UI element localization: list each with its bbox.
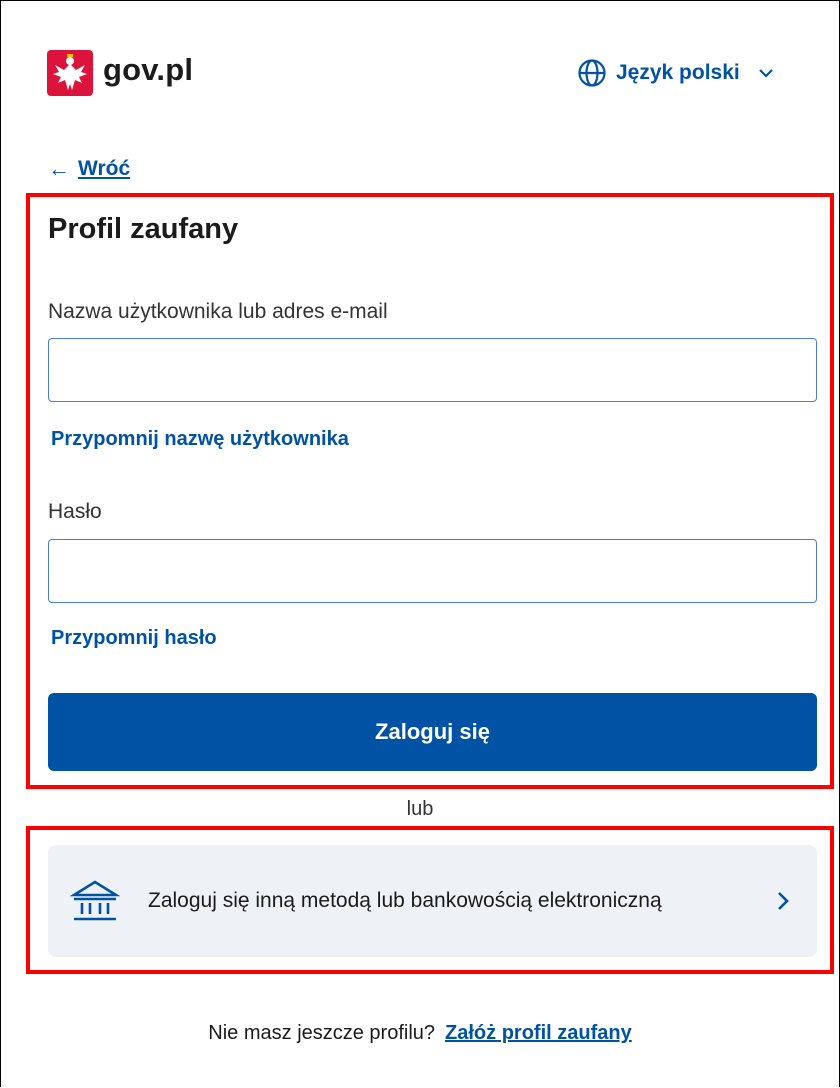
language-selector[interactable]: Język polski [577, 58, 774, 88]
language-label: Język polski [616, 61, 740, 84]
password-input[interactable] [48, 539, 817, 603]
register-prompt-text: Nie masz jeszcze profilu? [208, 1022, 436, 1044]
chevron-down-icon [758, 69, 773, 78]
register-link[interactable]: Załóż profil zaufany [445, 1022, 632, 1044]
username-input[interactable] [48, 338, 817, 402]
globe-icon [578, 59, 606, 87]
back-link[interactable]: ← Wróć [48, 156, 130, 182]
page-title: Profil zaufany [48, 213, 239, 245]
remind-username-link[interactable]: Przypomnij nazwę użytkownika [51, 428, 349, 451]
chevron-right-icon [778, 892, 789, 910]
brand-name[interactable]: gov.pl [103, 52, 193, 88]
username-label: Nazwa użytkownika lub adres e-mail [48, 300, 388, 323]
bank-icon [70, 880, 120, 921]
arrow-left-icon: ← [48, 156, 70, 181]
or-separator: lub [406, 798, 434, 820]
alternative-login-label: Zaloguj się inną metodą lub bankowością … [148, 889, 662, 912]
password-label: Hasło [48, 500, 102, 523]
polish-eagle-emblem-icon [47, 50, 93, 96]
remind-password-link[interactable]: Przypomnij hasło [51, 627, 217, 650]
back-label: Wróć [78, 157, 131, 180]
register-prompt: Nie masz jeszcze profilu? Załóż profil za… [0, 1022, 840, 1045]
alternative-login-button[interactable]: Zaloguj się inną metodą lub bankowością … [48, 845, 817, 957]
login-button[interactable]: Zaloguj się [48, 693, 817, 771]
